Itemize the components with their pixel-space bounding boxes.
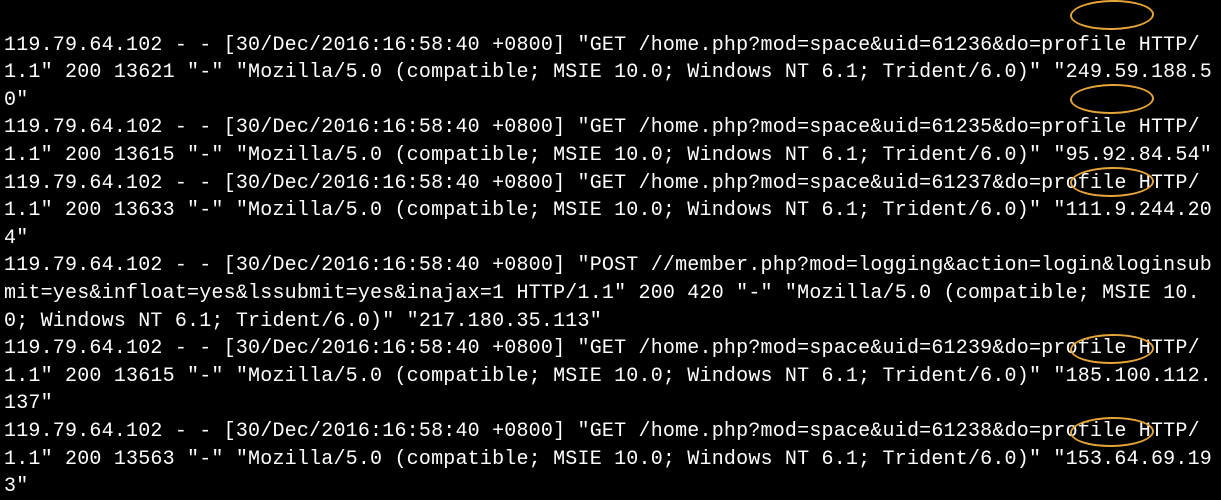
highlight-ellipse (1070, 0, 1155, 31)
access-log-text: 119.79.64.102 - - [30/Dec/2016:16:58:40 … (4, 34, 1212, 499)
highlight-ellipse (1070, 83, 1155, 114)
terminal-output: 119.79.64.102 - - [30/Dec/2016:16:58:40 … (0, 0, 1221, 500)
